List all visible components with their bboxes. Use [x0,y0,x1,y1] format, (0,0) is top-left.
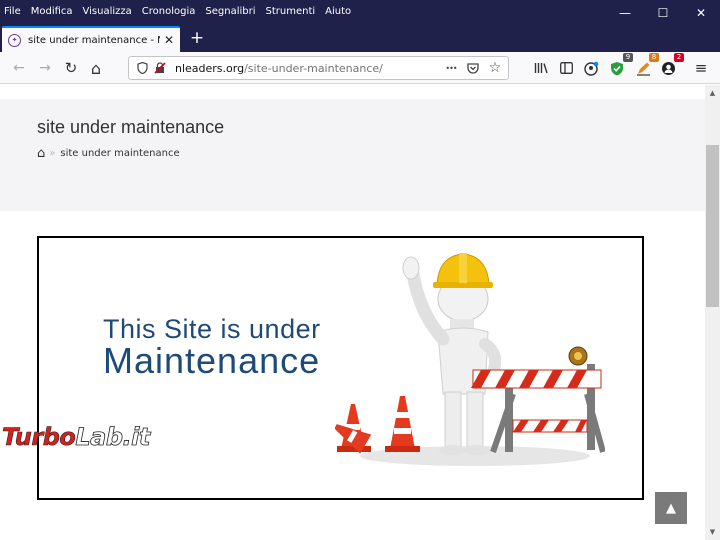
menu-segnalibri[interactable]: Segnalibri [205,6,255,17]
menu-bar: File Modifica Visualizza Cronologia Segn… [0,0,361,22]
window-titlebar: File Modifica Visualizza Cronologia Segn… [0,0,720,52]
page-title: site under maintenance [37,117,225,137]
road-barrier-icon [471,364,605,453]
tab-active[interactable]: ✦ site under maintenance - NLeaders ✕ [2,26,180,52]
menu-visualizza[interactable]: Visualizza [83,6,132,17]
breadcrumb-current: site under maintenance [60,148,180,159]
maximize-button[interactable]: ☐ [644,0,682,26]
bookmark-star-icon[interactable]: ☆ [486,59,504,77]
account-icon[interactable] [580,57,602,79]
extension-pen-icon[interactable]: 8 [632,53,659,79]
breadcrumb-home-icon[interactable]: ⌂ [37,146,45,161]
minimize-button[interactable]: — [606,0,644,26]
forward-button[interactable]: → [34,57,56,79]
page-actions-icon[interactable]: ••• [442,59,460,77]
menu-aiuto[interactable]: Aiuto [325,6,351,17]
banner-line-2: Maintenance [103,340,321,381]
scroll-down-arrow-icon[interactable]: ▼ [705,526,720,538]
scroll-up-arrow-icon[interactable]: ▲ [705,87,720,99]
back-button[interactable]: ← [8,57,30,79]
tab-close-icon[interactable]: ✕ [164,33,174,47]
watermark-part-2: Lab.it [75,423,151,452]
menu-file[interactable]: File [4,6,21,17]
url-path: /site-under-maintenance/ [244,61,383,75]
page-content: site under maintenance ⌂ » site under ma… [0,85,705,540]
menu-cronologia[interactable]: Cronologia [142,6,196,17]
url-bar[interactable]: nleaders.org/site-under-maintenance/ •••… [128,56,509,80]
site-favicon-icon: ✦ [8,33,21,47]
close-window-button[interactable]: ✕ [682,0,720,26]
breadcrumb: ⌂ » site under maintenance [37,146,180,161]
library-icon[interactable] [530,57,552,79]
page-scrollbar[interactable]: ▲ ▼ [705,85,720,540]
menu-strumenti[interactable]: Strumenti [266,6,316,17]
hard-hat-icon [433,253,493,288]
warning-lamp-icon [568,346,588,366]
navigation-toolbar: ← → ↻ ⌂ nleaders.org/site-under-maintena… [0,52,720,84]
menu-modifica[interactable]: Modifica [31,6,73,17]
hamburger-menu-icon[interactable]: ≡ [690,57,712,79]
extension-avatar-icon[interactable]: 2 [657,53,684,79]
sidebar-icon[interactable] [555,57,577,79]
tracking-shield-icon[interactable] [133,59,151,77]
extension-shield-icon[interactable]: 9 [606,53,633,79]
maintenance-banner: This Site is under Maintenance [37,236,644,500]
scrollbar-thumb[interactable] [706,145,719,307]
breadcrumb-separator: » [49,148,56,159]
turbolab-watermark-logo: TurboLab.it [2,423,151,452]
pocket-icon[interactable] [464,59,482,77]
reload-button[interactable]: ↻ [60,57,82,79]
tab-title: site under maintenance - NLeaders [28,34,160,46]
window-controls: — ☐ ✕ [606,0,720,26]
url-host: nleaders.org [175,61,245,75]
back-to-top-button[interactable]: ▲ [655,492,687,524]
new-tab-button[interactable]: + [186,27,208,49]
extension-badge: 2 [674,53,684,62]
traffic-cone-icon [385,396,420,452]
maintenance-worker-illustration [335,253,605,466]
home-button[interactable]: ⌂ [85,57,107,79]
insecure-lock-icon[interactable] [151,59,169,77]
watermark-part-1: Turbo [2,423,76,452]
